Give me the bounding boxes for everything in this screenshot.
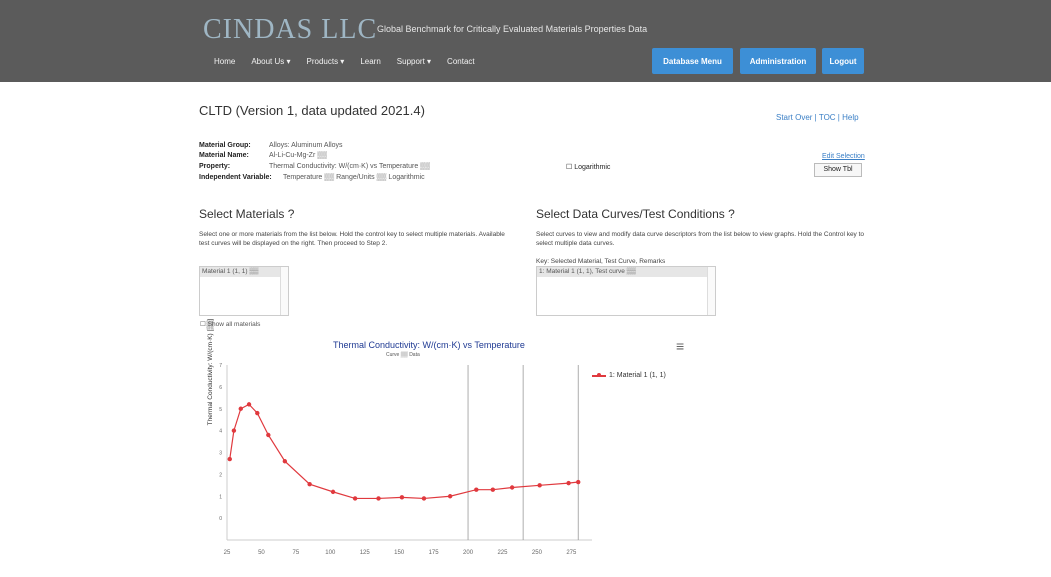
x-tick-label: 25 bbox=[224, 550, 231, 556]
x-tick-label: 175 bbox=[429, 550, 440, 556]
y-tick-label: 4 bbox=[219, 429, 222, 435]
data-point bbox=[231, 428, 237, 433]
y-tick-label: 1 bbox=[219, 494, 222, 500]
data-point bbox=[255, 410, 260, 416]
y-tick-label: 5 bbox=[219, 407, 222, 413]
x-tick-label: 75 bbox=[293, 550, 300, 556]
y-tick-label: 2 bbox=[219, 472, 222, 478]
y-tick-label: 0 bbox=[219, 516, 222, 522]
data-point bbox=[399, 495, 405, 500]
x-tick-label: 250 bbox=[532, 550, 543, 556]
data-point bbox=[352, 496, 358, 501]
chart-plot-area: 25 50 75 100 125 150 175 200 225 250 275 0 1 2 3 4 5 6 7 bbox=[219, 363, 592, 556]
data-point bbox=[509, 485, 515, 490]
y-tick-label: 6 bbox=[219, 385, 222, 391]
x-tick-label: 125 bbox=[360, 550, 371, 556]
x-tick-label: 50 bbox=[258, 550, 265, 556]
data-point bbox=[537, 483, 542, 488]
x-tick-label: 150 bbox=[394, 550, 405, 556]
x-tick-label: 275 bbox=[566, 550, 577, 556]
x-tick-label: 200 bbox=[463, 550, 474, 556]
data-point bbox=[282, 459, 288, 464]
x-tick-label: 100 bbox=[325, 550, 336, 556]
data-point bbox=[447, 494, 453, 499]
data-point bbox=[266, 432, 271, 438]
data-point bbox=[421, 496, 427, 501]
data-point bbox=[246, 402, 252, 407]
data-point bbox=[238, 406, 243, 411]
data-point bbox=[566, 480, 571, 486]
data-point bbox=[376, 496, 381, 501]
x-tick-label: 225 bbox=[497, 550, 508, 556]
data-point bbox=[307, 482, 312, 487]
data-point bbox=[227, 456, 232, 462]
data-point bbox=[490, 487, 496, 492]
data-point bbox=[474, 487, 479, 492]
data-point bbox=[330, 489, 336, 495]
y-tick-label: 3 bbox=[219, 451, 222, 457]
y-tick-label: 7 bbox=[219, 363, 222, 369]
series-line bbox=[229, 403, 579, 500]
data-point bbox=[576, 479, 581, 485]
